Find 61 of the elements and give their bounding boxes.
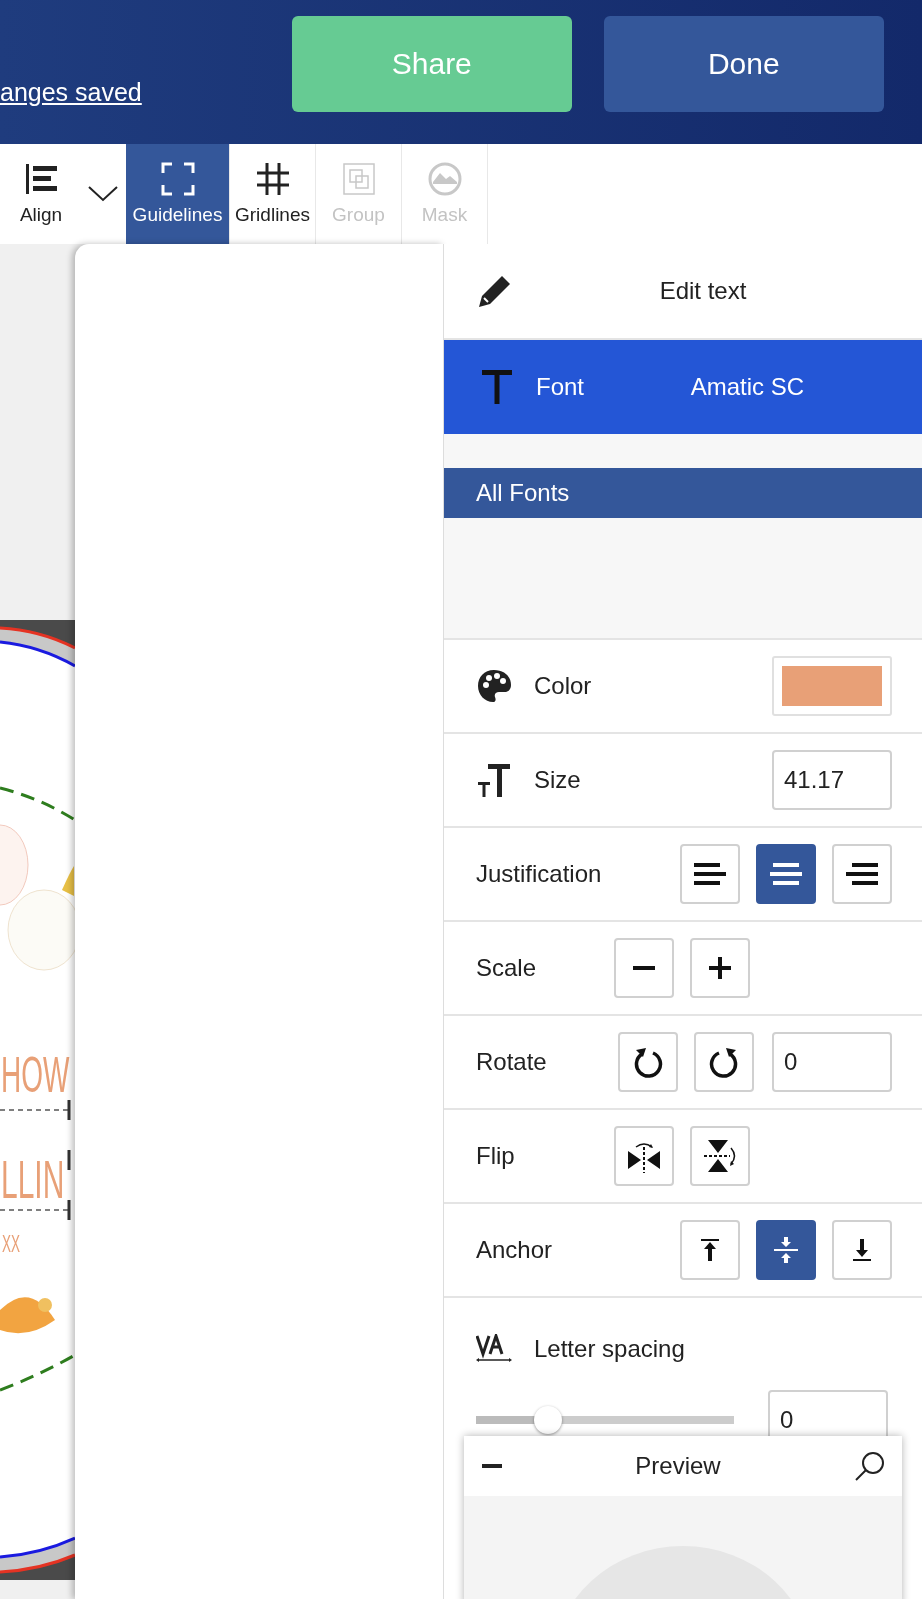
color-label: Color	[534, 672, 592, 700]
justify-center-button[interactable]	[756, 844, 816, 904]
scale-down-button[interactable]	[614, 938, 674, 998]
scale-up-button[interactable]	[690, 938, 750, 998]
justify-right-button[interactable]	[832, 844, 892, 904]
scale-label: Scale	[476, 954, 538, 982]
flip-horizontal-button[interactable]	[614, 1126, 674, 1186]
minus-icon	[482, 1464, 502, 1468]
rotate-left-button[interactable]	[618, 1032, 678, 1092]
search-button[interactable]	[854, 1450, 886, 1482]
anchor-middle-button[interactable]	[756, 1220, 816, 1280]
rotate-right-icon	[709, 1046, 739, 1078]
chevron-down-icon[interactable]	[88, 186, 118, 202]
guidelines-tool-button[interactable]: Guidelines	[126, 144, 230, 244]
rotate-left-icon	[633, 1046, 663, 1078]
letter-spacing-icon	[476, 1334, 512, 1364]
text-size-icon	[476, 762, 512, 798]
rotate-input[interactable]: 0	[772, 1032, 892, 1092]
canvas-text: LLIN	[1, 1148, 65, 1210]
align-center-icon	[770, 863, 802, 885]
font-label: Font	[536, 373, 585, 401]
align-top-icon	[701, 1239, 719, 1261]
group-icon	[341, 162, 376, 196]
search-icon	[854, 1450, 886, 1482]
plus-icon	[709, 957, 731, 979]
anchor-bottom-button[interactable]	[832, 1220, 892, 1280]
justify-left-button[interactable]	[680, 844, 740, 904]
edit-text-label: Edit text	[658, 277, 748, 305]
justification-label: Justification	[476, 860, 603, 888]
preview-title: Preview	[634, 1452, 722, 1480]
align-left-icon	[24, 162, 58, 196]
palette-icon	[476, 668, 512, 704]
rotate-right-button[interactable]	[694, 1032, 754, 1092]
minus-icon	[633, 966, 655, 970]
anchor-label: Anchor	[476, 1236, 554, 1264]
flip-vertical-icon	[702, 1138, 738, 1174]
size-input[interactable]: 41.17	[772, 750, 892, 810]
frame-corners-icon	[160, 162, 195, 196]
letter-spacing-slider[interactable]	[476, 1406, 734, 1434]
image-circle-icon	[427, 162, 462, 196]
grid-icon	[255, 162, 290, 196]
align-right-icon	[846, 863, 878, 885]
anchor-top-button[interactable]	[680, 1220, 740, 1280]
rotate-label: Rotate	[476, 1048, 548, 1076]
changes-saved-link[interactable]: anges saved	[0, 78, 142, 107]
flip-label: Flip	[476, 1142, 516, 1170]
all-fonts-header[interactable]: All Fonts	[444, 468, 922, 518]
letter-t-icon	[482, 370, 512, 404]
flip-vertical-button[interactable]	[690, 1126, 750, 1186]
slider-thumb[interactable]	[534, 1406, 563, 1434]
letter-spacing-label: Letter spacing	[534, 1335, 685, 1363]
canvas-text: XX	[2, 1230, 34, 1257]
align-bottom-icon	[853, 1239, 871, 1261]
size-label: Size	[534, 766, 581, 794]
canvas-text: HOW	[1, 1046, 70, 1104]
done-button[interactable]: Done	[603, 16, 884, 112]
align-left-icon	[694, 863, 726, 885]
align-middle-icon	[774, 1237, 798, 1263]
color-swatch[interactable]	[772, 656, 892, 716]
font-value: Amatic SC	[690, 373, 804, 401]
font-row[interactable]: Font Amatic SC	[444, 340, 922, 434]
